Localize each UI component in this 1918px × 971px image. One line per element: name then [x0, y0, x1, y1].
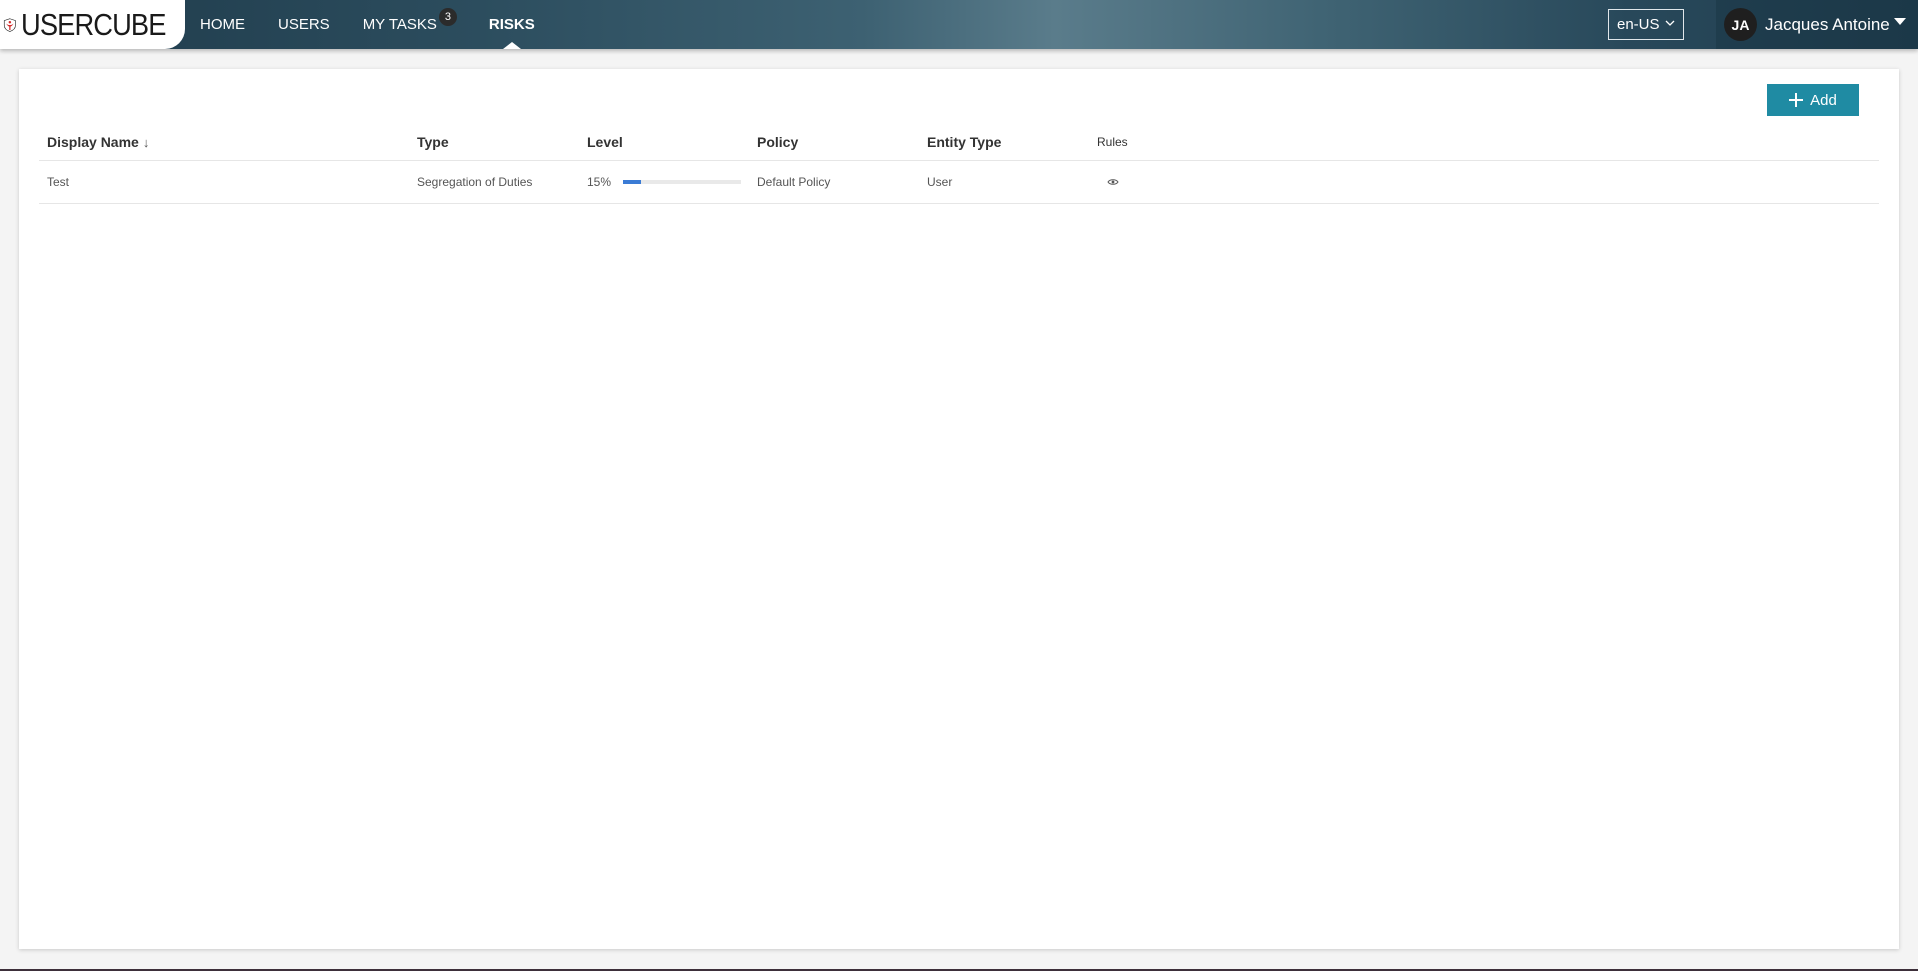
chevron-down-icon: [1665, 20, 1675, 26]
risks-table: Display Name ↓ Type Level Policy Entity T…: [39, 124, 1879, 204]
level-bar-fill: [623, 179, 641, 184]
main-nav: HOME USERS MY TASKS 3 RISKS: [200, 0, 568, 49]
cell-level: 15%: [579, 160, 749, 204]
cell-entity-type: User: [919, 160, 1089, 204]
nav-item-risks[interactable]: RISKS: [489, 0, 535, 49]
sort-arrow-icon: ↓: [142, 134, 150, 150]
avatar: JA: [1724, 8, 1757, 41]
level-indicator: 15%: [587, 175, 749, 189]
tasks-count-badge: 3: [438, 8, 457, 26]
level-bar: [623, 179, 742, 184]
column-header-entity-type[interactable]: Entity Type: [919, 124, 1089, 161]
nav-item-label: USERS: [278, 16, 330, 33]
column-header-level[interactable]: Level: [579, 124, 749, 161]
nav-item-my-tasks[interactable]: MY TASKS 3: [362, 0, 457, 49]
add-button-label: Add: [1810, 91, 1837, 109]
nav-item-label: MY TASKS: [362, 16, 437, 33]
usercube-logo[interactable]: USERCUBE: [0, 0, 185, 49]
usercube-logo-icon: [3, 17, 16, 32]
eye-icon[interactable]: [1107, 178, 1119, 186]
column-header-type[interactable]: Type: [409, 124, 579, 161]
nav-item-users[interactable]: USERS: [278, 0, 330, 49]
column-header-rules: Rules: [1089, 124, 1879, 161]
column-header-display-name[interactable]: Display Name ↓: [39, 124, 409, 161]
level-label: 15%: [587, 174, 612, 189]
top-navigation-bar: USERCUBE HOME USERS MY TASKS 3 RISKS en-…: [0, 0, 1918, 49]
user-name: Jacques Antoine: [1765, 14, 1890, 34]
language-value: en-US: [1617, 16, 1660, 33]
nav-item-label: RISKS: [488, 16, 535, 33]
nav-item-home[interactable]: HOME: [200, 0, 245, 49]
user-menu[interactable]: JA Jacques Antoine: [1716, 0, 1918, 49]
plus-icon: [1789, 93, 1804, 107]
add-button[interactable]: Add: [1767, 84, 1859, 116]
table-row[interactable]: Test Segregation of Duties 15% Default P…: [39, 160, 1879, 204]
brand-name: USERCUBE: [20, 6, 166, 42]
cell-type: Segregation of Duties: [409, 160, 579, 204]
caret-down-icon: [1894, 18, 1906, 25]
column-header-policy[interactable]: Policy: [749, 124, 919, 161]
cell-policy: Default Policy: [749, 160, 919, 204]
nav-item-label: HOME: [200, 16, 245, 33]
cell-display-name: Test: [39, 160, 409, 204]
table-header-row: Display Name ↓ Type Level Policy Entity T…: [39, 124, 1879, 161]
language-select[interactable]: en-US: [1608, 9, 1684, 40]
cell-rules: [1089, 160, 1879, 204]
